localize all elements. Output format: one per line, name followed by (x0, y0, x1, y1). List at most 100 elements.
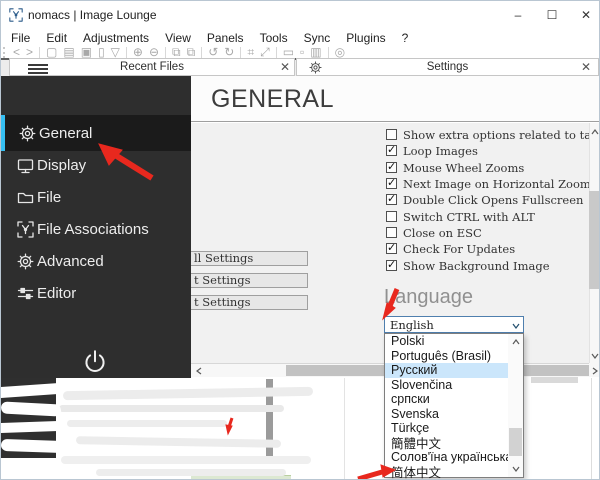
sidebar-item-label: File (37, 189, 61, 206)
toolbar-drag-handle[interactable] (3, 47, 5, 58)
rotate-ccw-icon[interactable]: ↺ (205, 46, 221, 58)
settings-button[interactable]: ll Settings (191, 251, 308, 266)
new-folder-icon[interactable]: ▢ (43, 46, 60, 58)
menu-panels[interactable]: Panels (199, 31, 252, 45)
resize-icon[interactable]: ⤢ (257, 46, 273, 58)
checkbox-icon[interactable] (386, 227, 397, 238)
paste-icon[interactable]: ⧉ (184, 46, 199, 58)
location-icon[interactable]: ◎ (332, 46, 348, 58)
scroll-down-icon[interactable] (511, 464, 521, 474)
frame-icon[interactable]: ▫ (297, 46, 307, 58)
sidebar-item-label: Display (37, 157, 86, 174)
checkbox-label: Mouse Wheel Zooms (403, 161, 524, 175)
checkbox-icon[interactable]: ✓ (386, 243, 397, 254)
minimize-button[interactable]: – (501, 1, 535, 29)
settings-sidebar: General Display File File Associations A… (1, 76, 191, 378)
checkbox-show-extra-options-related-to-tabs[interactable]: Show extra options related to tabs (386, 128, 600, 141)
menu-[interactable]: ? (394, 31, 417, 45)
zoom-in-icon[interactable]: ⊕ (130, 46, 146, 58)
checkbox-label: Show Background Image (403, 259, 550, 273)
sidebar-item-general[interactable]: General (1, 115, 191, 151)
redacted-text-line (67, 420, 227, 427)
toolbar-separator (39, 47, 40, 58)
language-option[interactable]: Slovenčina (385, 378, 508, 393)
checkbox-icon[interactable]: ✓ (386, 260, 397, 271)
checkbox-mouse-wheel-zooms[interactable]: ✓ Mouse Wheel Zooms (386, 161, 524, 174)
nomacs-window: nomacs | Image Lounge – ☐ ✕ FileEditAdju… (0, 0, 600, 480)
settings-button[interactable]: t Settings (191, 295, 308, 310)
scroll-right-icon[interactable] (590, 366, 600, 376)
vertical-scrollbar-thumb[interactable] (589, 191, 600, 289)
menu-file[interactable]: File (3, 31, 38, 45)
zoom-out-icon[interactable]: ⊖ (146, 46, 162, 58)
maximize-button[interactable]: ☐ (535, 1, 569, 29)
language-option[interactable]: 簡體中文 (385, 436, 508, 451)
language-option[interactable]: 简体中文 (385, 465, 508, 480)
language-option[interactable]: српски (385, 392, 508, 407)
sidebar-item-advanced[interactable]: Advanced (1, 245, 191, 277)
language-option[interactable]: Русский (385, 363, 508, 378)
sidebar-item-file-associations[interactable]: File Associations (1, 213, 191, 245)
delete-icon[interactable]: ▯ (95, 46, 108, 58)
power-icon[interactable] (82, 349, 108, 375)
checkbox-icon[interactable]: ✓ (386, 145, 397, 156)
checkbox-icon[interactable]: ✓ (386, 194, 397, 205)
language-option[interactable]: Português (Brasil) (385, 349, 508, 364)
back-icon[interactable]: < (10, 46, 23, 58)
crop-icon[interactable]: ⌗ (244, 46, 257, 58)
menu-edit[interactable]: Edit (38, 31, 75, 45)
menu-sync[interactable]: Sync (296, 31, 339, 45)
redacted-text-line (61, 456, 311, 464)
sidebar-item-file[interactable]: File (1, 181, 191, 213)
toolbar-separator (328, 47, 329, 58)
checkbox-double-click-opens-fullscreen[interactable]: ✓ Double Click Opens Fullscreen (386, 193, 583, 206)
redacted-text-line (96, 469, 286, 476)
checkbox-icon[interactable]: ✓ (386, 178, 397, 189)
toolbar-separator (240, 47, 241, 58)
tab-settings-close-icon[interactable]: ✕ (579, 60, 593, 74)
checkbox-close-on-esc[interactable]: Close on ESC (386, 226, 482, 239)
checkbox-switch-ctrl-with-alt[interactable]: Switch CTRL with ALT (386, 210, 535, 223)
language-combobox[interactable]: English (384, 316, 524, 333)
tab-recent-files-close-icon[interactable]: ✕ (278, 60, 292, 74)
general-settings-panel: Show extra options related to tabs ✓ Loop… (191, 123, 600, 363)
sidebar-item-label: File Associations (37, 221, 149, 238)
checkbox-check-for-updates[interactable]: ✓ Check For Updates (386, 242, 515, 255)
sidebar-item-editor[interactable]: Editor (1, 277, 191, 309)
tab-recent-files[interactable]: Recent Files ✕ (9, 58, 295, 76)
checkbox-next-image-on-horizontal-zoom[interactable]: ✓ Next Image on Horizontal Zoom (386, 177, 591, 190)
checkbox-icon[interactable]: ✓ (386, 162, 397, 173)
chevron-down-icon (511, 321, 520, 330)
menu-adjustments[interactable]: Adjustments (75, 31, 157, 45)
scroll-up-icon[interactable] (590, 127, 600, 137)
tab-settings[interactable]: Settings ✕ (296, 58, 599, 76)
scroll-left-icon[interactable] (194, 366, 204, 376)
save-icon[interactable]: ▣ (78, 46, 95, 58)
checkbox-label: Close on ESC (403, 226, 482, 240)
language-option[interactable]: Polski (385, 334, 508, 349)
monitor-icon (17, 157, 34, 174)
select-rect-icon[interactable]: ▭ (280, 46, 297, 58)
dropdown-scrollbar-thumb[interactable] (509, 428, 522, 456)
menu-view[interactable]: View (157, 31, 199, 45)
open-folder-icon[interactable]: ▤ (60, 46, 77, 58)
sidebar-item-display[interactable]: Display (1, 149, 191, 181)
menu-plugins[interactable]: Plugins (338, 31, 393, 45)
checkbox-icon[interactable] (386, 129, 397, 140)
scroll-down-icon[interactable] (590, 351, 600, 361)
checkbox-loop-images[interactable]: ✓ Loop Images (386, 144, 478, 157)
thumbnails-icon[interactable]: ▥ (307, 46, 324, 58)
close-button[interactable]: ✕ (569, 1, 600, 29)
language-option[interactable]: Svenska (385, 407, 508, 422)
menu-tools[interactable]: Tools (252, 31, 296, 45)
forward-icon[interactable]: > (23, 46, 36, 58)
filter-icon[interactable]: ▽ (108, 46, 123, 58)
checkbox-show-background-image[interactable]: ✓ Show Background Image (386, 259, 550, 272)
copy-icon[interactable]: ⧉ (169, 46, 184, 58)
title-bar: nomacs | Image Lounge – ☐ ✕ (1, 1, 600, 29)
scroll-up-icon[interactable] (511, 337, 521, 347)
checkbox-icon[interactable] (386, 211, 397, 222)
dropdown-scrollbar[interactable] (508, 334, 523, 477)
settings-button[interactable]: t Settings (191, 273, 308, 288)
rotate-cw-icon[interactable]: ↻ (221, 46, 237, 58)
